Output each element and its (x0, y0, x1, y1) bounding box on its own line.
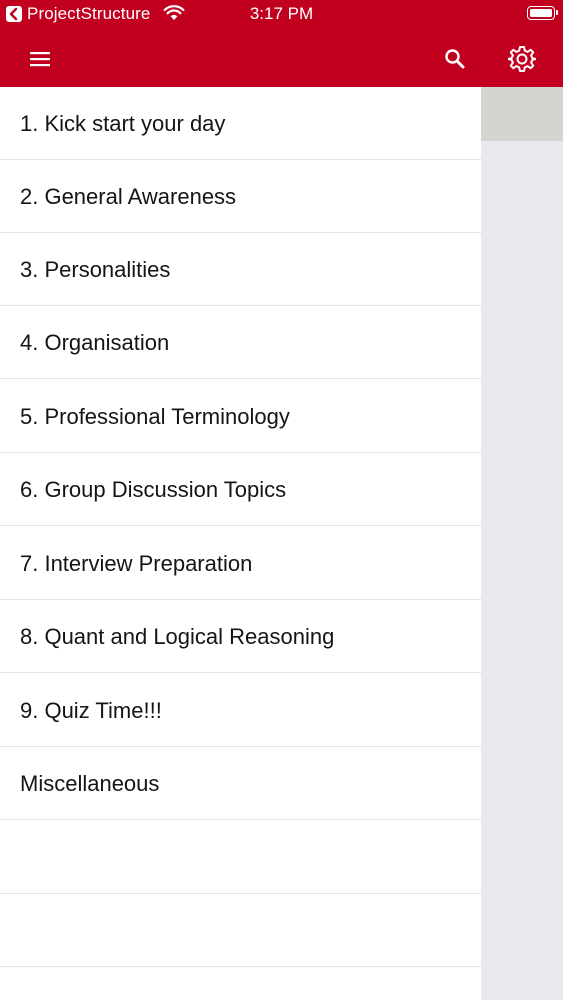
menu-item-miscellaneous[interactable]: Miscellaneous (0, 747, 481, 820)
gear-icon[interactable] (497, 30, 547, 87)
menu-item-group-discussion[interactable]: 6. Group Discussion Topics (0, 453, 481, 526)
status-time: 3:17 PM (249, 4, 314, 23)
menu-item-professional-terminology[interactable]: 5. Professional Terminology (0, 380, 481, 453)
menu-item-label: 5. Professional Terminology (20, 404, 290, 429)
empty-row (0, 894, 481, 967)
empty-row (0, 821, 481, 894)
menu-item-organisation[interactable]: 4. Organisation (0, 306, 481, 379)
menu-item-label: 7. Interview Preparation (20, 551, 253, 576)
top-toolbar (0, 30, 563, 87)
menu-item-interview-preparation[interactable]: 7. Interview Preparation (0, 527, 481, 600)
menu-item-label: 6. Group Discussion Topics (20, 477, 287, 502)
content-header-strip (481, 87, 563, 141)
status-bar: ProjectStructure 3:17 PM (0, 0, 563, 30)
menu-item-kick-start[interactable]: 1. Kick start your day (0, 87, 481, 160)
menu-item-label: Miscellaneous (20, 771, 160, 796)
menu-item-label: 8. Quant and Logical Reasoning (20, 624, 335, 649)
hamburger-menu-icon[interactable] (15, 30, 65, 87)
menu-item-label: 9. Quiz Time!!! (20, 698, 162, 723)
menu-item-label: 1. Kick start your day (20, 111, 226, 136)
menu-item-personalities[interactable]: 3. Personalities (0, 233, 481, 306)
battery-icon (527, 6, 558, 20)
menu-item-general-awareness[interactable]: 2. General Awareness (0, 160, 481, 233)
main-content-peek[interactable] (481, 87, 563, 1000)
menu-item-quiz-time[interactable]: 9. Quiz Time!!! (0, 674, 481, 747)
menu-item-label: 2. General Awareness (20, 184, 237, 209)
menu-item-label: 3. Personalities (20, 257, 171, 282)
navigation-drawer: 1. Kick start your day 2. General Awaren… (0, 87, 481, 1000)
menu-item-quant-logical[interactable]: 8. Quant and Logical Reasoning (0, 600, 481, 673)
search-icon[interactable] (430, 30, 480, 87)
menu-item-label: 4. Organisation (20, 330, 170, 355)
app-screen: ProjectStructure 3:17 PM 1. Kick start y… (0, 0, 563, 1000)
